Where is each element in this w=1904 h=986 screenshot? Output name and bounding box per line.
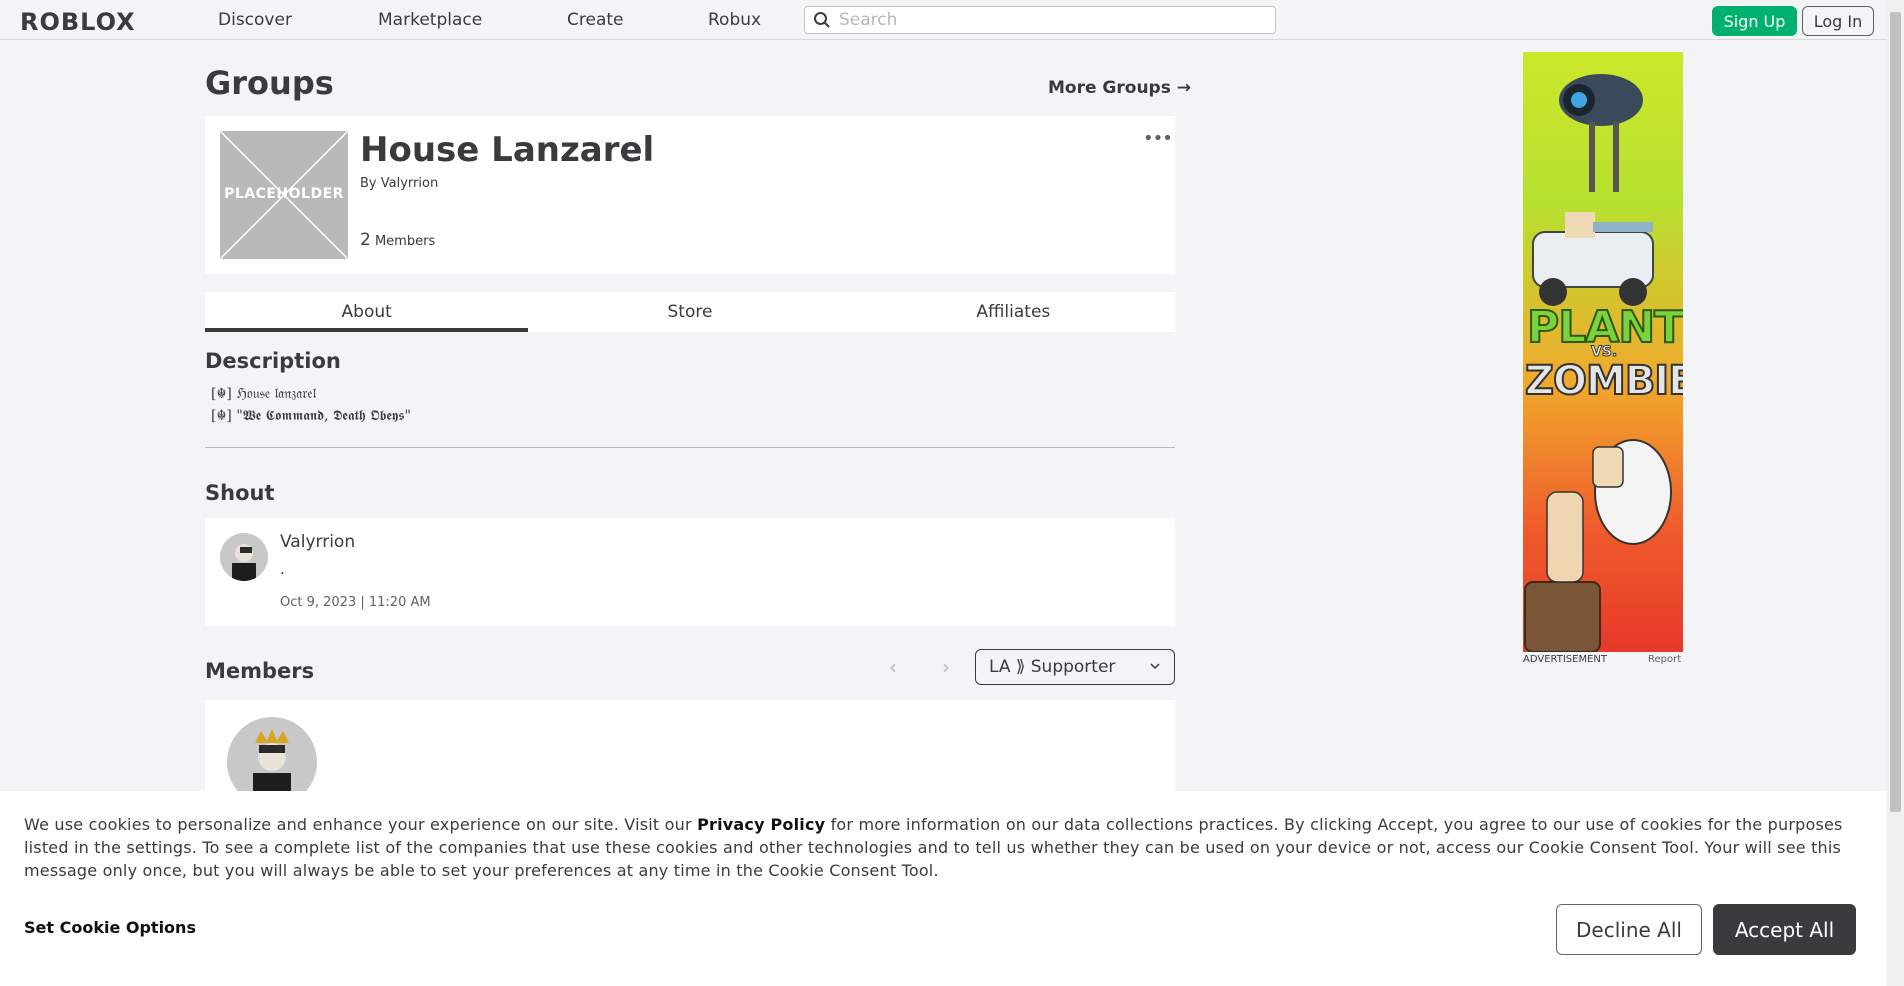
cookie-text-before: We use cookies to personalize and enhanc… <box>24 815 698 834</box>
group-name: House Lanzarel <box>360 130 655 170</box>
members-label: Members <box>374 234 436 249</box>
shout-poster[interactable]: Valyrrion <box>280 532 355 552</box>
group-tabs: About Store Affiliates <box>205 292 1175 332</box>
placeholder-label: PLACEHOLDER <box>224 186 344 202</box>
chevron-down-icon <box>1150 663 1160 670</box>
member-count-number: 2 <box>360 230 371 250</box>
description-line: [☬] ℌ𝔬𝔲𝔰𝔢 𝔩𝔞𝔫𝔷𝔞𝔯𝔢𝔩 <box>211 386 317 402</box>
description-line: [☬] "𝖂𝖊 𝕮𝖔𝖒𝖒𝖆𝖓𝖉, 𝕯𝖊𝖆𝖙𝖍 𝕺𝖇𝖊𝖞𝖘" <box>211 408 411 424</box>
ad-title-line-2: ZOMBIES <box>1524 357 1683 405</box>
nav-discover[interactable]: Discover <box>218 10 292 30</box>
sign-up-button[interactable]: Sign Up <box>1712 6 1797 36</box>
member-count: 2 Members <box>360 230 435 250</box>
search-input[interactable] <box>839 10 1259 30</box>
top-nav: ROBLOX Discover Marketplace Create Robux… <box>0 0 1887 40</box>
shout-card: Valyrrion . Oct 9, 2023 | 11:20 AM <box>205 518 1175 626</box>
page-scrollbar[interactable] <box>1887 0 1904 986</box>
description-heading: Description <box>205 349 341 373</box>
divider <box>205 447 1175 448</box>
cookie-banner: We use cookies to personalize and enhanc… <box>0 791 1887 986</box>
tab-affiliates[interactable]: Affiliates <box>852 292 1175 332</box>
nav-robux[interactable]: Robux <box>708 10 761 30</box>
more-groups-link[interactable]: More Groups → <box>1048 78 1191 98</box>
chevron-right-icon[interactable]: › <box>942 655 950 679</box>
shout-date: Oct 9, 2023 | 11:20 AM <box>280 595 431 610</box>
shout-heading: Shout <box>205 481 275 505</box>
nav-marketplace[interactable]: Marketplace <box>378 10 482 30</box>
log-in-button[interactable]: Log In <box>1802 6 1874 36</box>
ad-report-link[interactable]: Report <box>1648 654 1681 665</box>
search-box[interactable] <box>804 6 1276 34</box>
set-cookie-options-link[interactable]: Set Cookie Options <box>24 918 196 937</box>
by-label: By <box>360 176 377 191</box>
group-owner-line: By Valyrrion <box>360 176 438 191</box>
decline-all-button[interactable]: Decline All <box>1556 904 1702 955</box>
privacy-policy-link[interactable]: Privacy Policy <box>697 815 825 834</box>
ad-label: ADVERTISEMENT <box>1523 654 1608 665</box>
chevron-left-icon[interactable]: ‹ <box>889 655 897 679</box>
cookie-message: We use cookies to personalize and enhanc… <box>24 813 1874 882</box>
advertisement-banner[interactable]: PLANTS VS. ZOMBIES <box>1523 52 1683 652</box>
scrollbar-thumb[interactable] <box>1890 12 1901 812</box>
shout-avatar[interactable] <box>220 533 268 581</box>
page-title: Groups <box>205 64 334 102</box>
accept-all-button[interactable]: Accept All <box>1713 904 1856 955</box>
roblox-logo[interactable]: ROBLOX <box>20 8 136 36</box>
shout-body: . <box>280 560 285 578</box>
members-heading: Members <box>205 659 315 683</box>
more-options-icon[interactable]: ••• <box>1143 128 1173 149</box>
role-filter-select[interactable]: LA ⟫ Supporter <box>975 649 1175 685</box>
group-header-card: PLACEHOLDER House Lanzarel By Valyrrion … <box>205 116 1175 274</box>
search-icon <box>814 12 830 28</box>
group-emblem: PLACEHOLDER <box>220 131 348 259</box>
tab-about[interactable]: About <box>205 292 529 332</box>
tab-store[interactable]: Store <box>528 292 851 332</box>
role-filter-value: LA ⟫ Supporter <box>989 657 1116 677</box>
nav-create[interactable]: Create <box>567 10 624 30</box>
owner-link[interactable]: Valyrrion <box>381 176 438 191</box>
avatar-figure-icon <box>232 544 256 581</box>
